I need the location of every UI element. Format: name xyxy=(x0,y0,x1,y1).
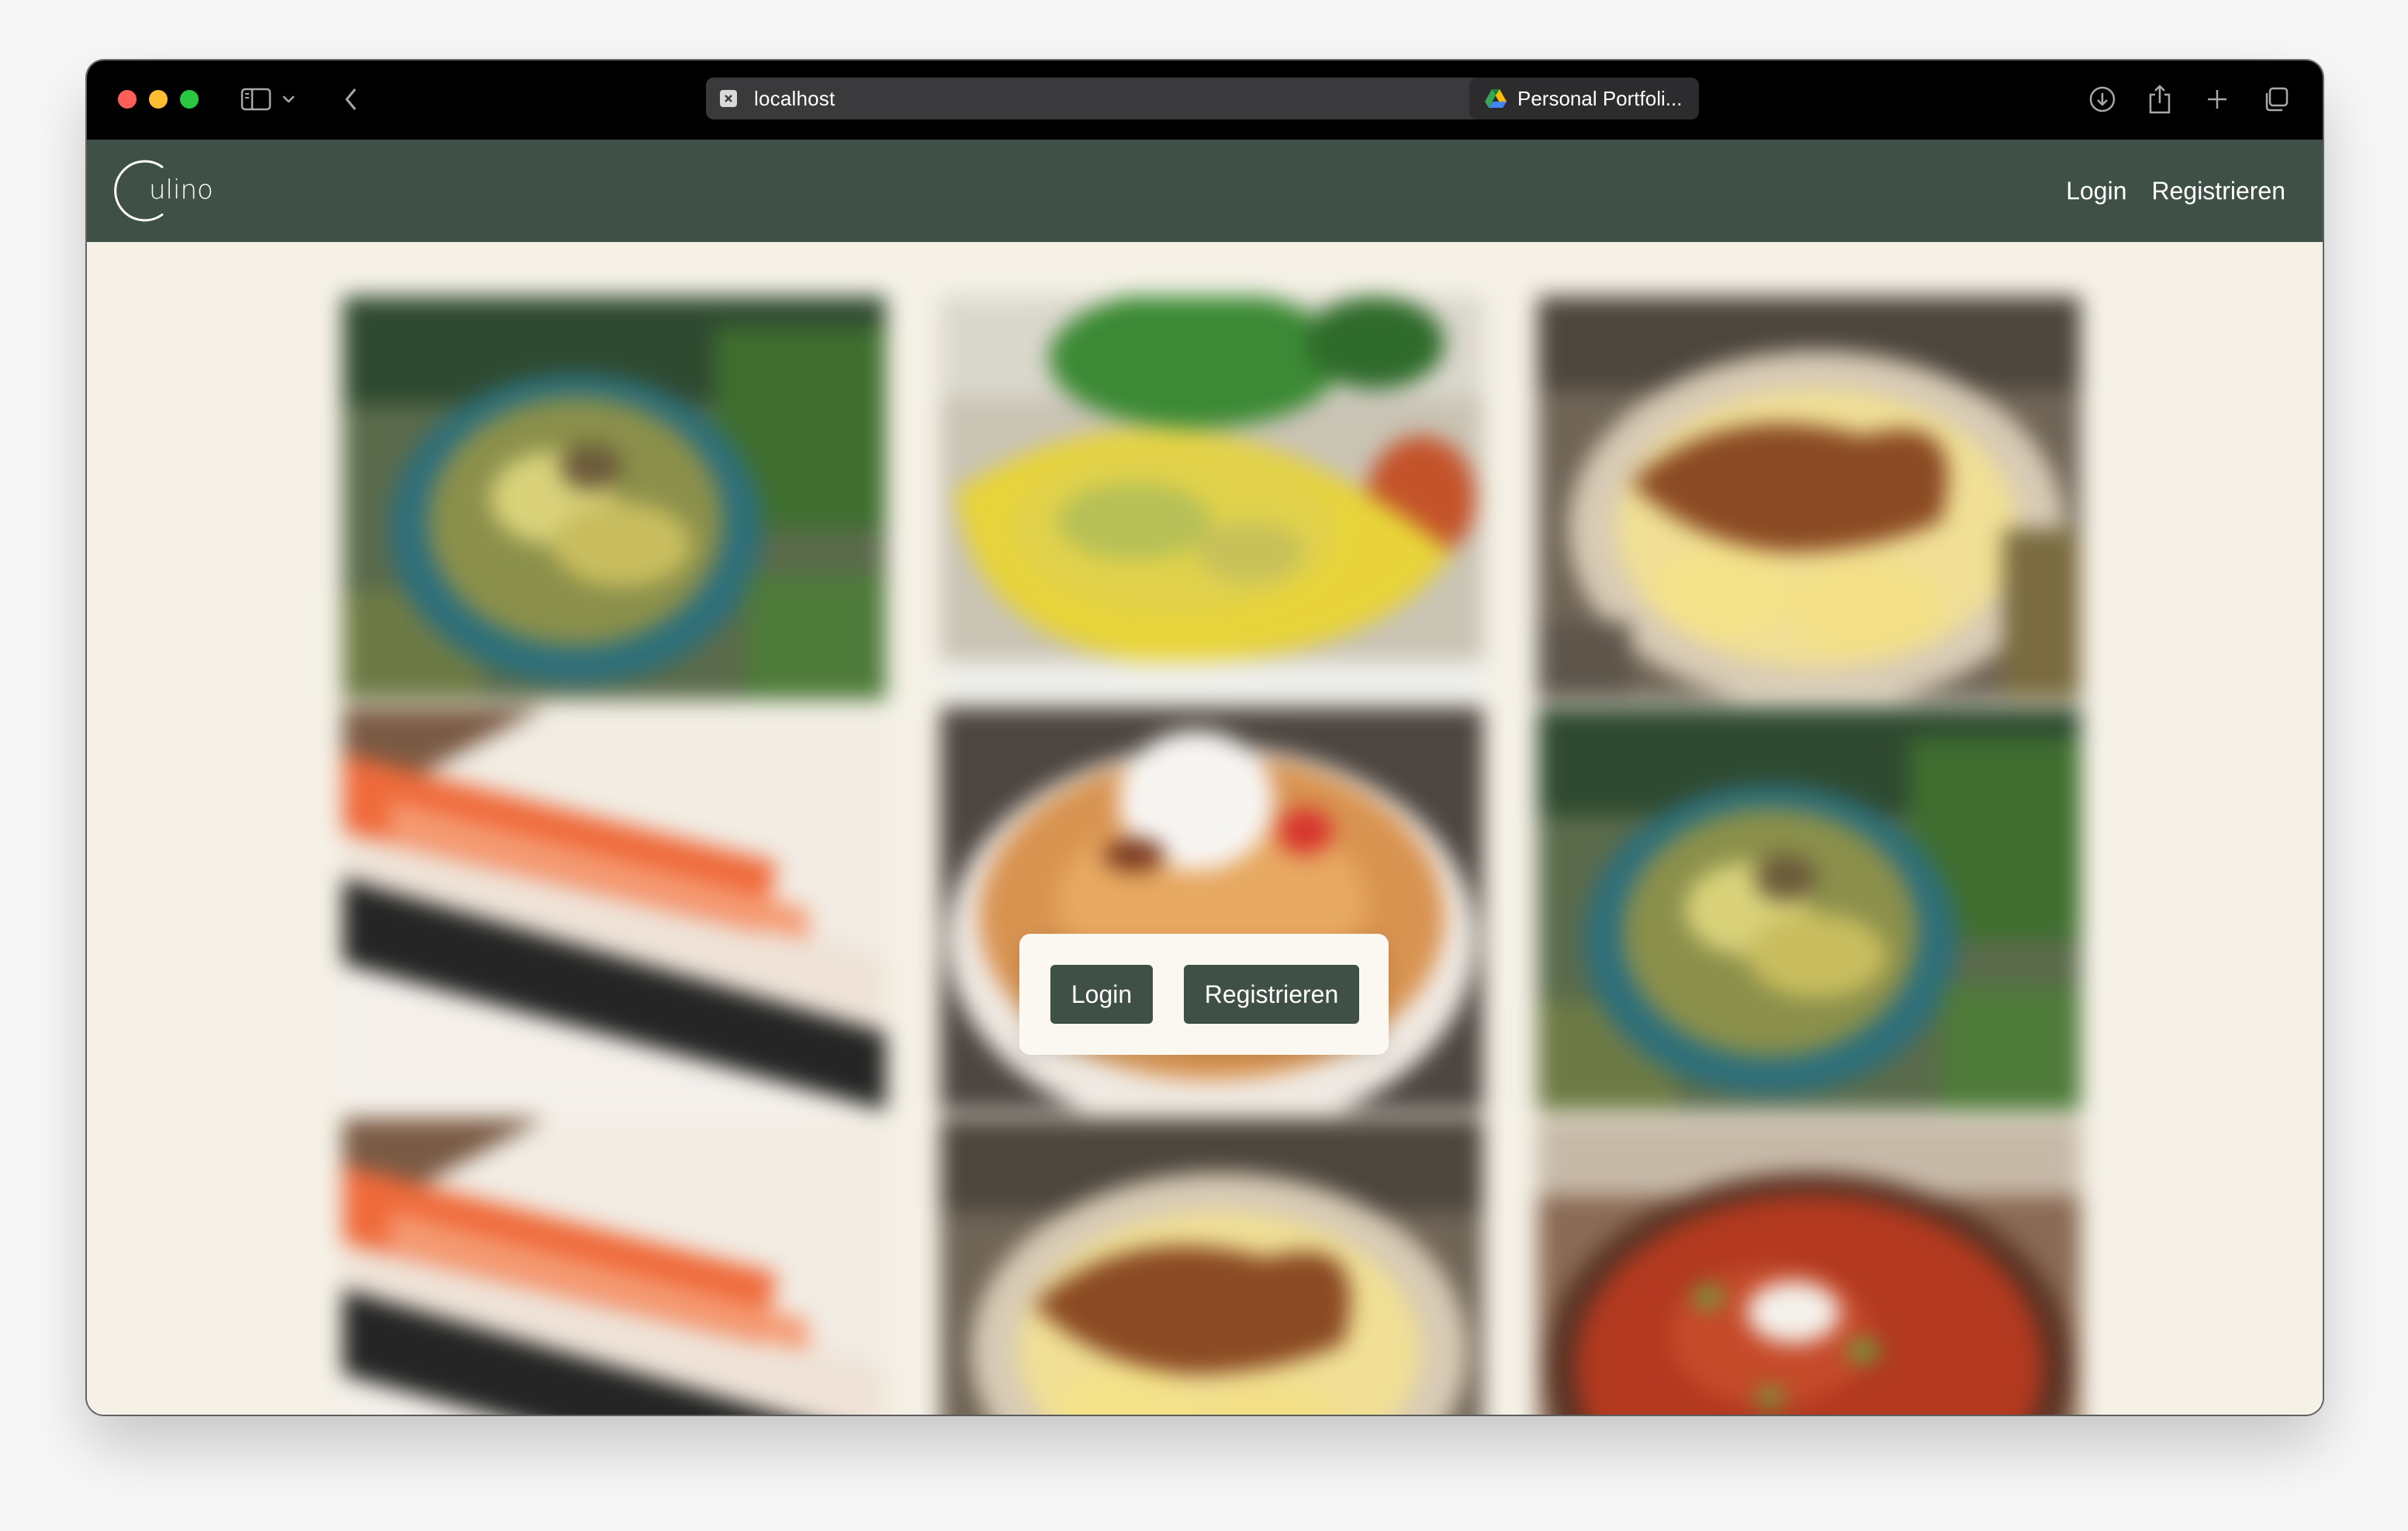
browser-window: localhost Personal Portfoli... ulino Log… xyxy=(87,60,2323,1415)
nav-register-link[interactable]: Registrieren xyxy=(2151,177,2285,206)
register-button[interactable]: Registrieren xyxy=(1184,965,1359,1024)
svg-text:ulino: ulino xyxy=(149,175,213,206)
gallery-tile-sushi xyxy=(343,707,886,1111)
page-content: Login Registrieren xyxy=(87,242,2323,1415)
auth-overlay-card: Login Registrieren xyxy=(1019,934,1389,1055)
plus-icon[interactable] xyxy=(2202,84,2233,115)
gallery-tile-casserole-2 xyxy=(940,1118,1483,1415)
gallery-tile-omelette xyxy=(940,296,1483,700)
tab-personal-portfolio[interactable]: Personal Portfoli... xyxy=(1469,78,1699,119)
minimize-window-button[interactable] xyxy=(149,90,168,109)
gallery-tile-pasta-bowl xyxy=(343,296,886,700)
nav-login-link[interactable]: Login xyxy=(2066,177,2126,206)
tabs-overview-icon[interactable] xyxy=(2261,84,2292,115)
share-icon[interactable] xyxy=(2144,84,2175,115)
gallery-tile-casserole xyxy=(1538,296,2081,700)
sidebar-toggle-icon[interactable] xyxy=(239,84,273,115)
zoom-window-button[interactable] xyxy=(180,90,199,109)
chevron-down-icon[interactable] xyxy=(279,84,298,115)
gallery-tile-pasta-bowl-2 xyxy=(1538,707,2081,1111)
tab-label: Personal Portfoli... xyxy=(1517,86,1683,110)
address-text: localhost xyxy=(754,86,836,110)
site-navbar: ulino Login Registrieren xyxy=(87,140,2323,242)
login-button[interactable]: Login xyxy=(1050,965,1153,1024)
site-favicon-icon xyxy=(720,90,737,107)
gallery-tile-tomato-stew xyxy=(1538,1118,2081,1415)
google-drive-icon xyxy=(1485,89,1507,108)
ulino-logo[interactable]: ulino xyxy=(110,158,227,223)
close-window-button[interactable] xyxy=(118,90,137,109)
address-bar[interactable]: localhost xyxy=(706,78,1538,119)
nav-links: Login Registrieren xyxy=(2066,140,2285,242)
browser-toolbar: localhost Personal Portfoli... xyxy=(87,60,2323,140)
back-arrow-icon[interactable] xyxy=(337,84,365,115)
download-icon[interactable] xyxy=(2087,84,2118,115)
gallery-tile-sushi-2 xyxy=(343,1118,886,1415)
